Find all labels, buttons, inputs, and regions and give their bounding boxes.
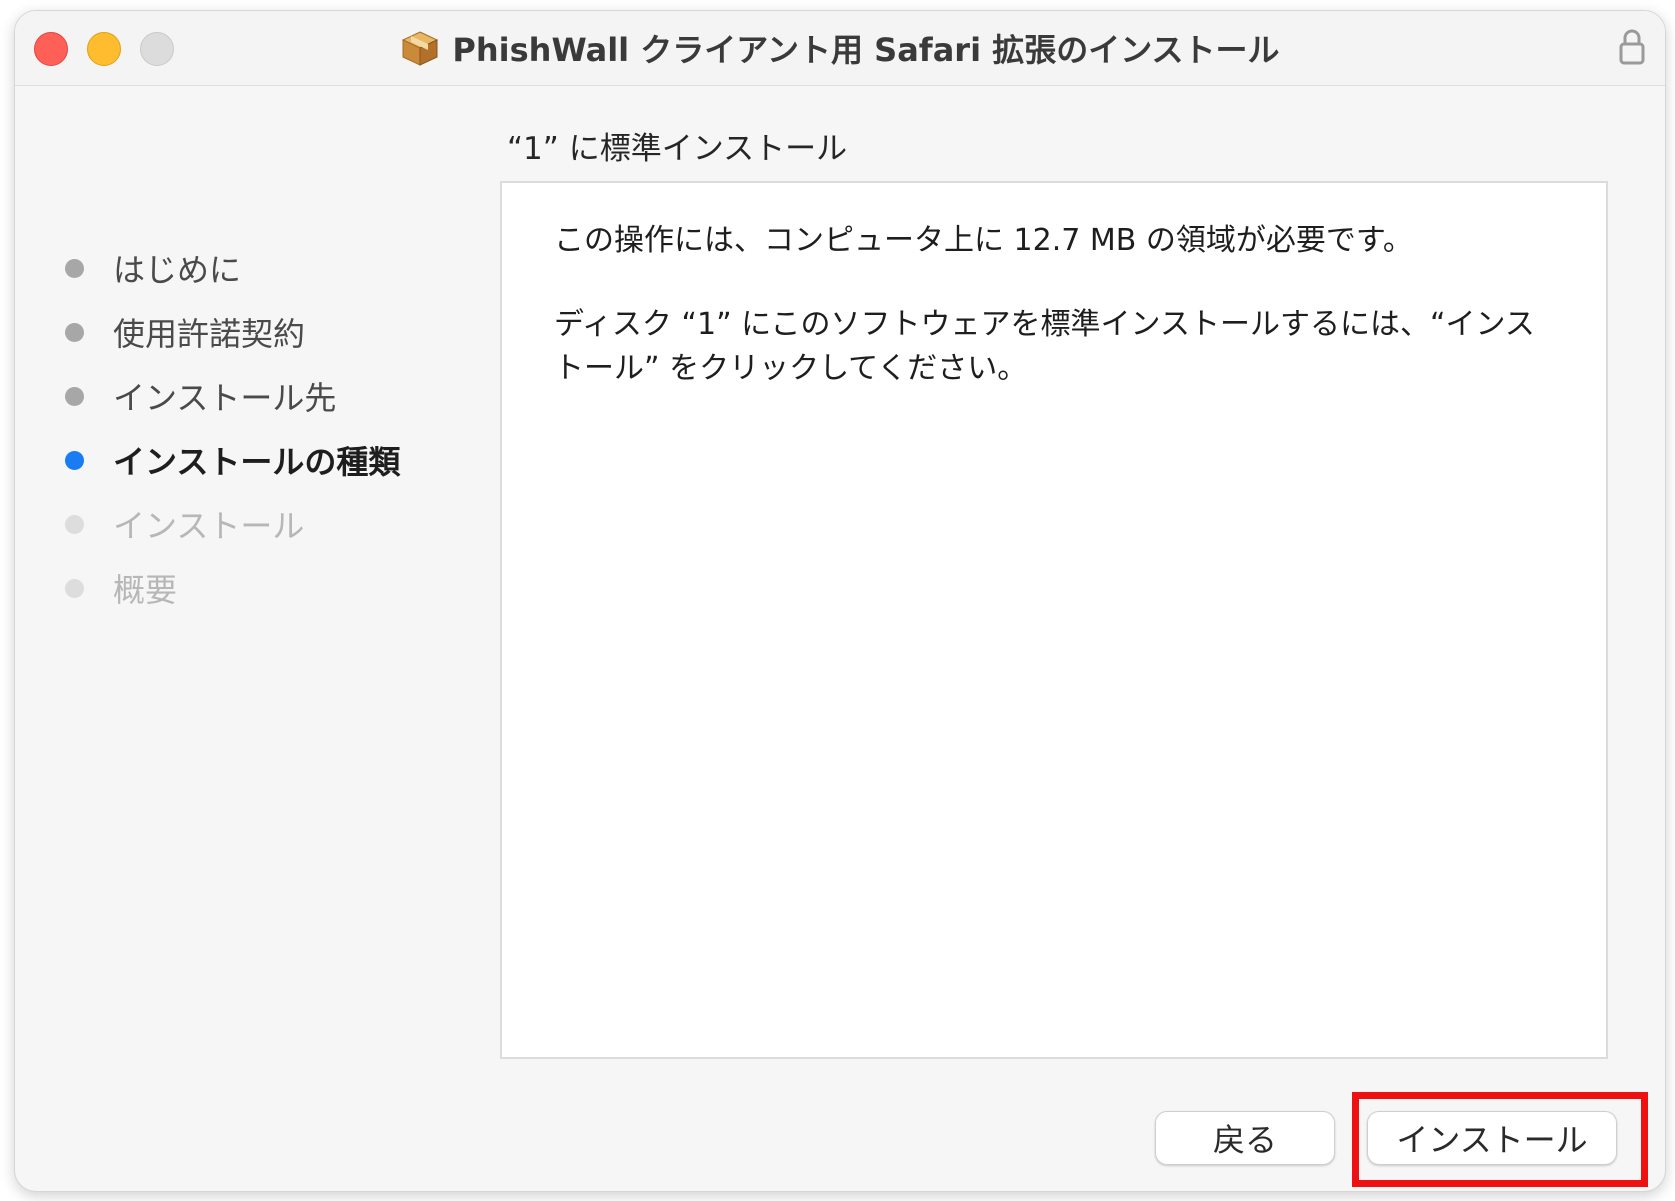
step-status-dot [65,322,84,342]
package-icon [402,31,439,66]
step-status-dot [65,258,84,278]
window-title: PhishWall クライアント用 Safari 拡張のインストール [452,31,1280,69]
step-label: インストールの種類 [113,443,401,481]
step-status-dot [65,578,84,598]
install-instruction-message: ディスク “1” にこのソフトウェアを標準インストールするには、“インストール”… [554,307,1535,386]
step-label: インストール [113,507,305,545]
content-text: この操作には、コンピュータ上に 12.7 MB の領域が必要です。 ディスク “… [554,219,1554,431]
content-panel: この操作には、コンピュータ上に 12.7 MB の領域が必要です。 ディスク “… [500,181,1608,1059]
install-button-highlight-frame [1352,1092,1648,1187]
content-heading: “1” に標準インストール [507,131,848,167]
step-installation-type: インストールの種類 [65,428,465,492]
step-installation: インストール [65,492,465,556]
step-label: インストール先 [113,379,337,417]
step-label: はじめに [113,251,242,289]
title-bar: PhishWall クライアント用 Safari 拡張のインストール [15,11,1665,86]
installer-window: PhishWall クライアント用 Safari 拡張のインストール はじめに … [14,10,1666,1192]
disk-space-message: この操作には、コンピュータ上に 12.7 MB の領域が必要です。 [554,223,1413,258]
window-title-group: PhishWall クライアント用 Safari 拡張のインストール [15,11,1665,85]
step-status-dot [65,514,84,534]
step-status-dot [65,450,84,470]
step-summary: 概要 [65,556,465,620]
installer-steps-sidebar: はじめに 使用許諾契約 インストール先 インストールの種類 インストール 概要 [65,236,465,620]
step-label: 概要 [113,571,178,609]
step-destination: インストール先 [65,364,465,428]
step-label: 使用許諾契約 [113,315,306,353]
lock-icon [1619,29,1645,65]
step-status-dot [65,386,84,406]
step-license: 使用許諾契約 [65,300,465,364]
step-introduction: はじめに [65,236,465,300]
back-button[interactable]: 戻る [1155,1111,1335,1165]
